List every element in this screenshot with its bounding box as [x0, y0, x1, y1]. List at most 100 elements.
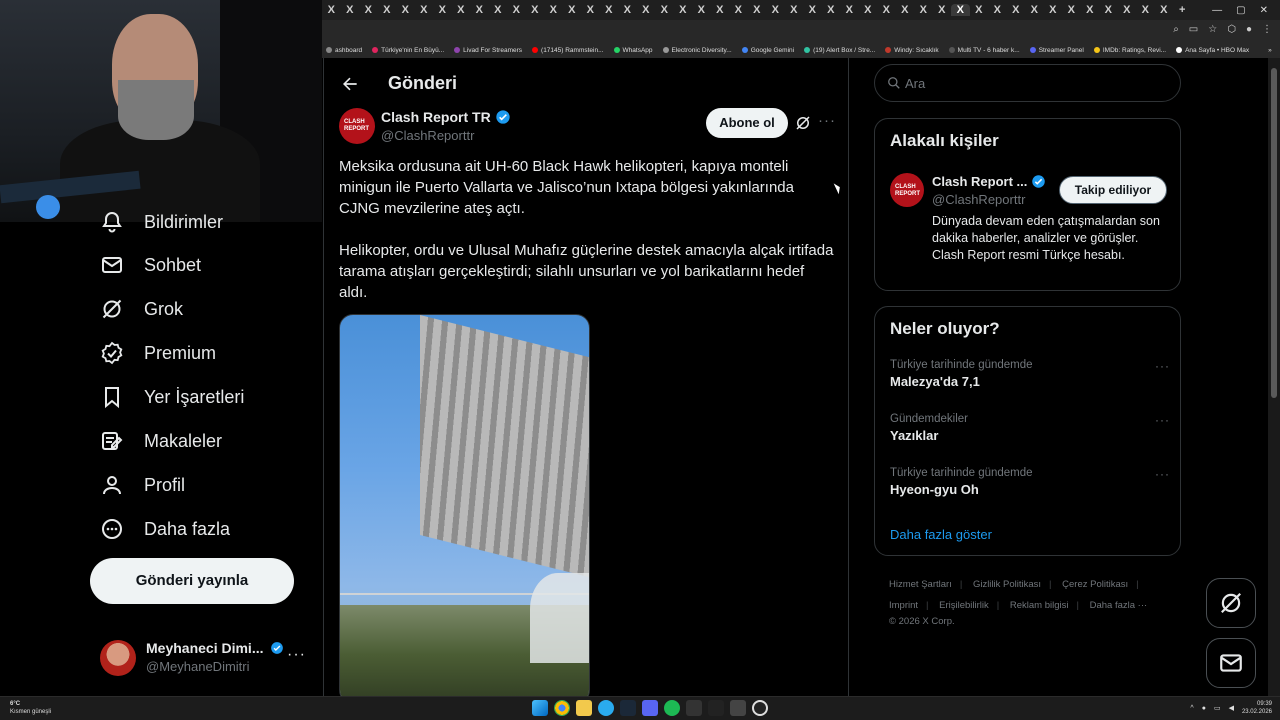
page-scrollbar[interactable] — [1268, 58, 1280, 696]
messages-fab-button[interactable] — [1206, 638, 1256, 688]
show-more-link[interactable]: Daha fazla göster — [890, 527, 992, 542]
post-more-icon[interactable]: ··· — [818, 112, 836, 129]
post-author-avatar[interactable]: CLASH REPORT — [339, 108, 375, 144]
network-icon[interactable]: ▭ — [1214, 704, 1221, 712]
star-icon[interactable]: ☆ — [1208, 24, 1217, 35]
volume-icon[interactable]: ◀ — [1229, 704, 1234, 712]
cast-icon[interactable]: ▭ — [1189, 24, 1198, 35]
footer-link-terms[interactable]: Hizmet Şartları — [889, 579, 952, 590]
footer-link-more[interactable]: Daha fazla ··· — [1090, 600, 1148, 611]
browser-tab[interactable]: X — [637, 4, 656, 16]
browser-tab[interactable]: X — [452, 4, 471, 16]
browser-tab[interactable]: X — [803, 4, 822, 16]
browser-tab[interactable]: X — [581, 4, 600, 16]
browser-tab[interactable]: X — [618, 4, 637, 16]
browser-tab[interactable]: X — [1136, 4, 1155, 16]
trend-item[interactable]: Türkiye tarihinde gündemde Malezya'da 7,… — [890, 359, 1170, 389]
browser-tab[interactable]: X — [378, 4, 397, 16]
bookmark-item[interactable]: Multi TV - 6 haber k... — [948, 47, 1020, 54]
minimize-button[interactable]: — — [1212, 5, 1222, 16]
trend-item[interactable]: Gündemdekiler Yazıklar ··· — [890, 413, 1170, 443]
bookmark-item[interactable]: Türkiye'nin En Büyü... — [372, 47, 444, 54]
related-name[interactable]: Clash Report ... — [932, 174, 1046, 189]
sidebar-item-sohbet[interactable]: Sohbet — [100, 253, 201, 277]
browser-tab[interactable]: X — [970, 4, 989, 16]
browser-tab[interactable]: X — [933, 4, 952, 16]
back-arrow-icon[interactable] — [340, 74, 360, 94]
close-window-button[interactable]: ✕ — [1260, 5, 1268, 16]
browser-menu-icon[interactable]: ⋮ — [1262, 24, 1272, 35]
extensions-icon[interactable]: ⬡ — [1227, 24, 1236, 35]
browser-tab[interactable]: X — [729, 4, 748, 16]
browser-tab[interactable]: X — [600, 4, 619, 16]
scrollbar-thumb[interactable] — [1271, 68, 1277, 398]
bookmark-item[interactable]: Livad For Streamers — [454, 47, 522, 54]
microphone-icon[interactable]: ● — [1202, 705, 1206, 712]
trend-more-icon[interactable]: ··· — [1155, 467, 1170, 481]
browser-tab[interactable]: X — [1099, 4, 1118, 16]
bookmark-item[interactable]: Electronic Diversity... — [662, 47, 732, 54]
browser-tab[interactable]: X — [526, 4, 545, 16]
tray-chevron-icon[interactable]: ^ — [1190, 705, 1193, 712]
browser-tab[interactable]: X — [1155, 4, 1174, 16]
spotify-icon[interactable] — [664, 700, 680, 716]
related-avatar[interactable]: CLASH REPORT — [890, 173, 924, 207]
sidebar-item-makaleler[interactable]: Makaleler — [100, 429, 222, 453]
post-author-name[interactable]: Clash Report TR — [381, 109, 511, 125]
sidebar-item-premium[interactable]: Premium — [100, 341, 216, 365]
browser-tab[interactable]: X — [1025, 4, 1044, 16]
grok-fab-button[interactable] — [1206, 578, 1256, 628]
sidebar-item-grok[interactable]: Grok — [100, 297, 183, 321]
steam-icon[interactable] — [620, 700, 636, 716]
browser-tab[interactable]: X — [563, 4, 582, 16]
browser-tab[interactable]: X — [877, 4, 896, 16]
browser-tab[interactable]: X — [914, 4, 933, 16]
bookmark-item[interactable]: Ana Sayfa • HBO Max — [1176, 47, 1249, 54]
maximize-button[interactable]: ▢ — [1236, 5, 1245, 16]
browser-tab[interactable]: X — [859, 4, 878, 16]
browser-tab[interactable]: X — [507, 4, 526, 16]
bookmark-item[interactable]: Windy: Sıcaklık — [885, 47, 939, 54]
zoom-icon[interactable]: ⌕ — [1173, 24, 1179, 35]
bookmark-item[interactable]: WhatsApp — [613, 47, 653, 54]
bookmark-item[interactable]: Streamer Panel — [1029, 47, 1084, 54]
post-button[interactable]: Gönderi yayınla — [90, 558, 294, 604]
browser-tab[interactable]: X — [822, 4, 841, 16]
obs-icon[interactable] — [752, 700, 768, 716]
game-app-icon[interactable] — [686, 700, 702, 716]
browser-tab[interactable]: X — [896, 4, 915, 16]
browser-tab[interactable]: X — [489, 4, 508, 16]
browser-tab[interactable]: X — [655, 4, 674, 16]
start-icon[interactable] — [532, 700, 548, 716]
profile-icon[interactable]: ● — [1246, 24, 1252, 35]
bookmark-item[interactable]: IMDb: Ratings, Revi... — [1093, 47, 1166, 54]
telegram-icon[interactable] — [598, 700, 614, 716]
browser-tab[interactable]: X — [988, 4, 1007, 16]
new-tab-button[interactable]: + — [1173, 4, 1192, 16]
browser-tab[interactable]: X — [711, 4, 730, 16]
post-author-handle[interactable]: @ClashReporttr — [381, 128, 474, 143]
sidebar-item-profil[interactable]: Profil — [100, 473, 185, 497]
account-switcher[interactable]: Meyhaneci Dimi... @MeyhaneDimitri ··· — [100, 636, 310, 680]
streaming-app-icon[interactable] — [708, 700, 724, 716]
discord-icon[interactable] — [642, 700, 658, 716]
browser-tab[interactable]: X — [840, 4, 859, 16]
file-explorer-icon[interactable] — [576, 700, 592, 716]
subscribe-button[interactable]: Abone ol — [706, 108, 788, 138]
bookmark-item[interactable]: (19) Alert Box / Stre... — [804, 47, 875, 54]
footer-link-imprint[interactable]: Imprint — [889, 600, 918, 611]
browser-tab[interactable]: X — [1007, 4, 1026, 16]
bookmark-item[interactable]: ashboard — [326, 47, 362, 54]
browser-tab[interactable]: X — [674, 4, 693, 16]
footer-link-cookies[interactable]: Çerez Politikası — [1062, 579, 1128, 590]
chrome-icon[interactable] — [554, 700, 570, 716]
footer-link-ads[interactable]: Reklam bilgisi — [1010, 600, 1069, 611]
weather-widget[interactable]: 6°C Kısmen güneşli — [10, 700, 51, 716]
browser-tab[interactable]: X — [951, 4, 970, 16]
system-clock[interactable]: 09:39 23.02.2026 — [1242, 700, 1272, 716]
browser-tab[interactable]: X — [1118, 4, 1137, 16]
browser-tab[interactable]: X — [341, 4, 360, 16]
browser-tab[interactable]: X — [1044, 4, 1063, 16]
address-bar[interactable]: ⌕ ▭ ☆ ⬡ ● ⋮ — [322, 20, 1280, 42]
trend-item[interactable]: Türkiye tarihinde gündemde Hyeon-gyu Oh … — [890, 467, 1170, 497]
